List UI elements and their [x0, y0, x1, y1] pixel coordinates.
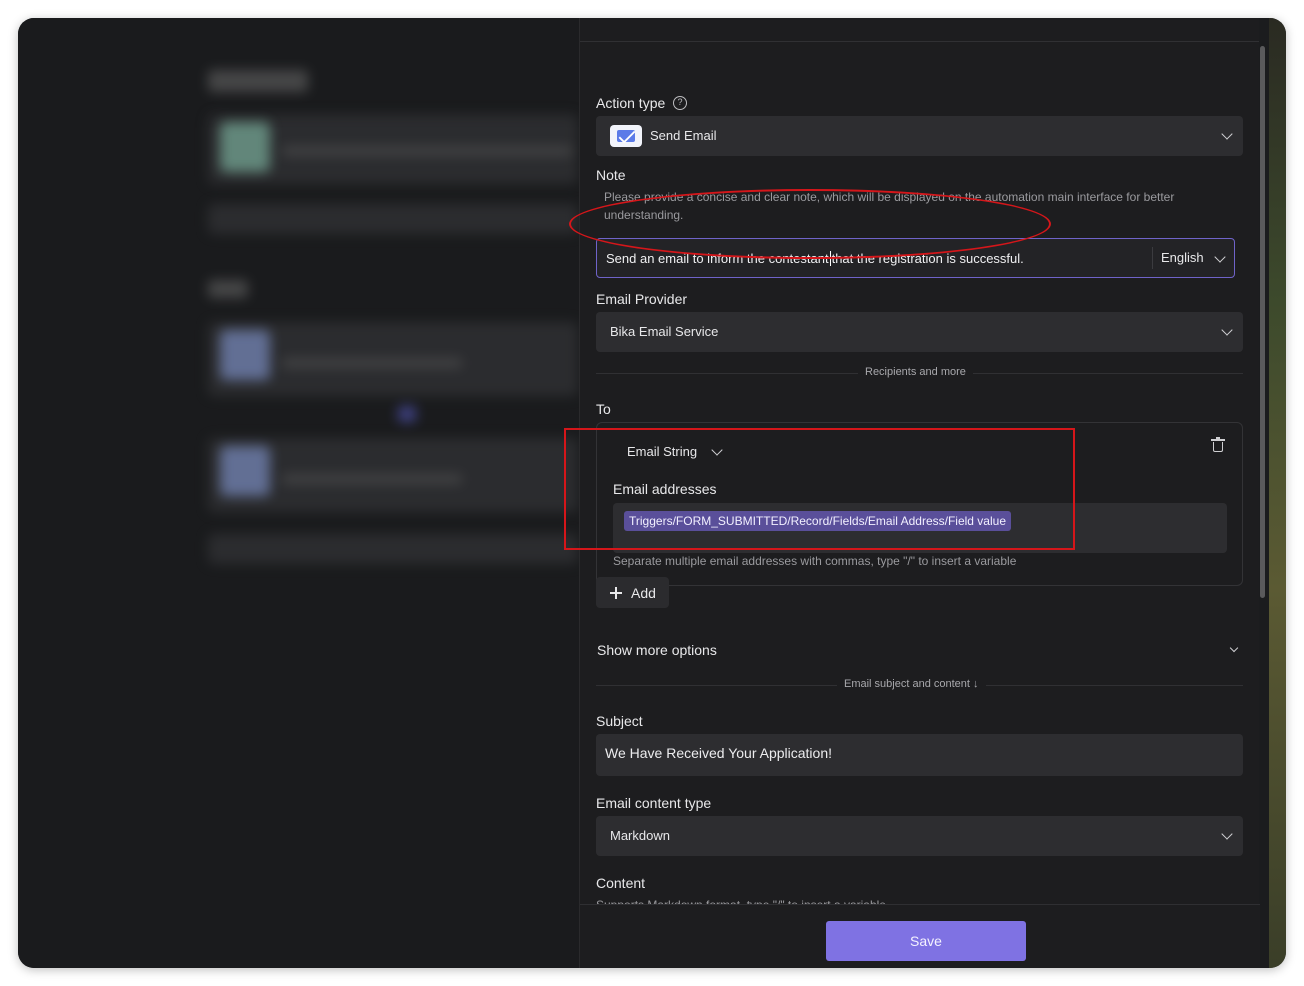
action-type-label: Action type	[596, 95, 666, 111]
language-select[interactable]: English	[1152, 247, 1234, 269]
email-provider-value: Bika Email Service	[610, 324, 719, 339]
add-recipient-button[interactable]: Add	[596, 577, 669, 608]
blurred-heading	[208, 70, 308, 92]
blurred-text	[282, 474, 462, 484]
content-type-label: Email content type	[596, 795, 712, 811]
subject-label: Subject	[596, 713, 643, 729]
add-button-label: Add	[631, 585, 656, 601]
chevron-down-icon	[1221, 828, 1233, 840]
subject-divider-text: Email subject and content ↓	[837, 678, 986, 690]
blurred-text	[282, 146, 572, 156]
content-hint: Supports Markdown format, type "/" to in…	[596, 896, 886, 904]
note-label: Note	[596, 167, 626, 183]
chevron-down-icon	[1214, 251, 1226, 263]
question-circle-icon[interactable]: ?	[673, 96, 687, 110]
chevron-down-icon	[1221, 324, 1233, 336]
blurred-connector	[398, 406, 416, 422]
show-more-options[interactable]: Show more options	[597, 642, 717, 658]
annotation-ellipse	[569, 189, 1051, 259]
subject-value: We Have Received Your Application!	[605, 745, 832, 761]
email-provider-label: Email Provider	[596, 291, 688, 307]
blurred-thumbnail	[220, 446, 270, 496]
email-addresses-hint: Separate multiple email addresses with c…	[613, 554, 1017, 568]
drawer-footer: Save	[580, 904, 1260, 968]
blurred-thumbnail	[220, 330, 270, 380]
blurred-text	[282, 358, 462, 368]
mail-icon	[610, 125, 642, 147]
content-type-select[interactable]: Markdown	[596, 816, 1243, 856]
subject-input[interactable]: We Have Received Your Application!	[596, 734, 1243, 776]
chevron-down-icon[interactable]	[1229, 643, 1239, 653]
blurred-heading	[208, 280, 248, 298]
action-type-select[interactable]: Send Email	[596, 116, 1243, 156]
blurred-thumbnail	[220, 122, 270, 172]
desktop-wallpaper-edge	[1269, 18, 1286, 968]
trash-icon[interactable]	[1211, 437, 1225, 452]
action-type-value: Send Email	[650, 128, 717, 143]
content-label: Content	[596, 875, 646, 891]
to-label: To	[596, 401, 611, 417]
language-value: English	[1161, 250, 1204, 265]
save-button[interactable]: Save	[826, 921, 1026, 961]
scrollbar[interactable]	[1260, 46, 1265, 598]
annotation-rectangle	[564, 428, 1075, 550]
email-provider-select[interactable]: Bika Email Service	[596, 312, 1243, 352]
blurred-background-app	[18, 18, 580, 968]
chevron-down-icon	[1221, 128, 1233, 140]
blurred-button	[208, 204, 578, 234]
content-type-value: Markdown	[610, 828, 670, 843]
recipients-divider-text: Recipients and more	[858, 366, 973, 378]
blurred-button	[208, 534, 578, 564]
